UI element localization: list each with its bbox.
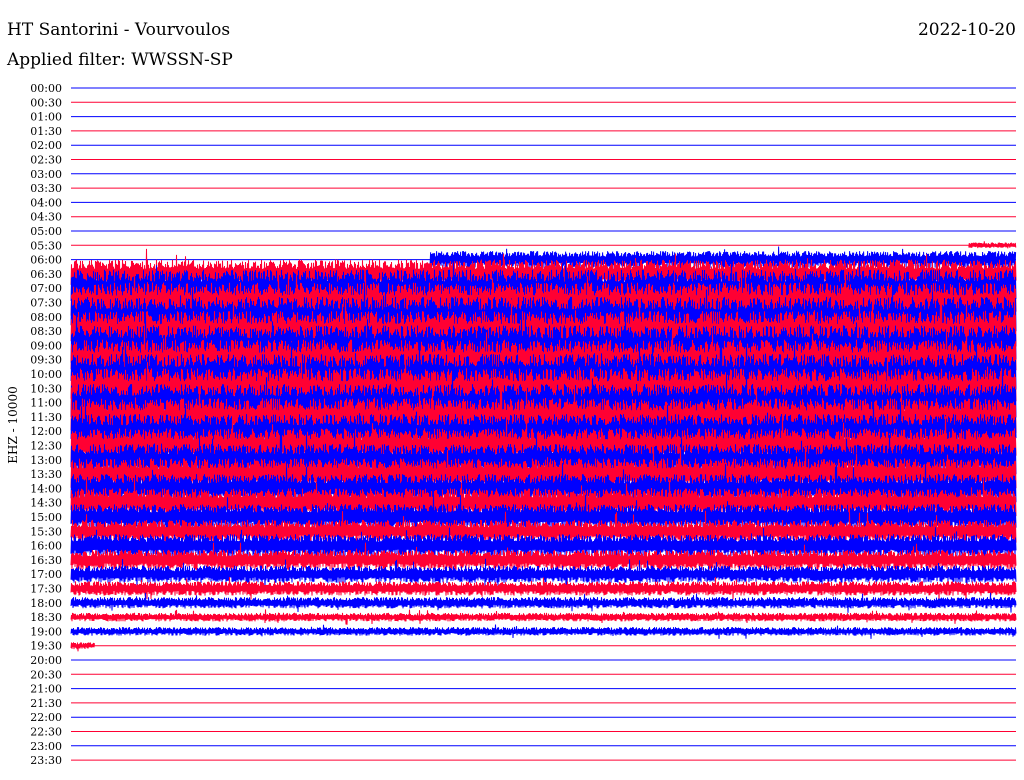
traces-group — [70, 241, 1017, 652]
row-label: 00:00 — [30, 82, 62, 95]
seismic-trace — [70, 642, 95, 652]
row-label: 04:00 — [30, 196, 62, 209]
row-label: 07:30 — [30, 297, 62, 310]
row-label: 14:00 — [30, 482, 62, 495]
row-label: 01:30 — [30, 125, 62, 138]
row-label: 06:00 — [30, 254, 62, 267]
row-label: 12:30 — [30, 440, 62, 453]
row-label: 21:00 — [30, 683, 62, 696]
row-label: 12:00 — [30, 425, 62, 438]
row-label: 02:00 — [30, 139, 62, 152]
row-label: 15:00 — [30, 511, 62, 524]
seismic-trace — [968, 241, 1017, 249]
row-label: 16:30 — [30, 554, 62, 567]
helicorder-plot: 00:0000:30 01:0001:3002:00 02:3003:0003:30… — [30, 82, 1017, 767]
row-label: 00:30 — [30, 96, 62, 109]
row-label: 13:30 — [30, 468, 62, 481]
row-label: 11:00 — [30, 397, 62, 410]
seismic-trace — [70, 624, 1017, 639]
row-label: 19:30 — [30, 640, 62, 653]
row-label: 04:30 — [30, 211, 62, 224]
row-label: 03:00 — [30, 168, 62, 181]
row-label: 05:30 — [30, 239, 62, 252]
row-label: 18:30 — [30, 611, 62, 624]
row-label: 07:00 — [30, 282, 62, 295]
row-label: 13:00 — [30, 454, 62, 467]
row-label: 19:00 — [30, 625, 62, 638]
seismic-trace — [70, 609, 1017, 625]
row-label: 08:00 — [30, 311, 62, 324]
row-label: 03:30 — [30, 182, 62, 195]
row-label: 15:30 — [30, 525, 62, 538]
row-label: 20:00 — [30, 654, 62, 667]
row-label: 23:00 — [30, 740, 62, 753]
row-label: 05:00 — [30, 225, 62, 238]
row-label: 23:30 — [30, 754, 62, 767]
row-label: 09:30 — [30, 354, 62, 367]
row-labels-group: 00:0000:30 01:0001:3002:00 02:3003:0003:30… — [30, 82, 62, 767]
row-label: 18:00 — [30, 597, 62, 610]
row-label: 08:30 — [30, 325, 62, 338]
row-label: 20:30 — [30, 668, 62, 681]
row-label: 10:30 — [30, 382, 62, 395]
seismic-trace — [70, 592, 1017, 613]
row-label: 10:00 — [30, 368, 62, 381]
row-label: 09:00 — [30, 339, 62, 352]
row-label: 06:30 — [30, 268, 62, 281]
row-label: 01:00 — [30, 111, 62, 124]
row-label: 17:30 — [30, 583, 62, 596]
row-label: 14:30 — [30, 497, 62, 510]
row-label: 22:30 — [30, 726, 62, 739]
row-label: 11:30 — [30, 411, 62, 424]
row-label: 02:30 — [30, 154, 62, 167]
row-label: 16:00 — [30, 540, 62, 553]
row-label: 21:30 — [30, 697, 62, 710]
row-label: 17:00 — [30, 568, 62, 581]
row-label: 22:00 — [30, 711, 62, 724]
